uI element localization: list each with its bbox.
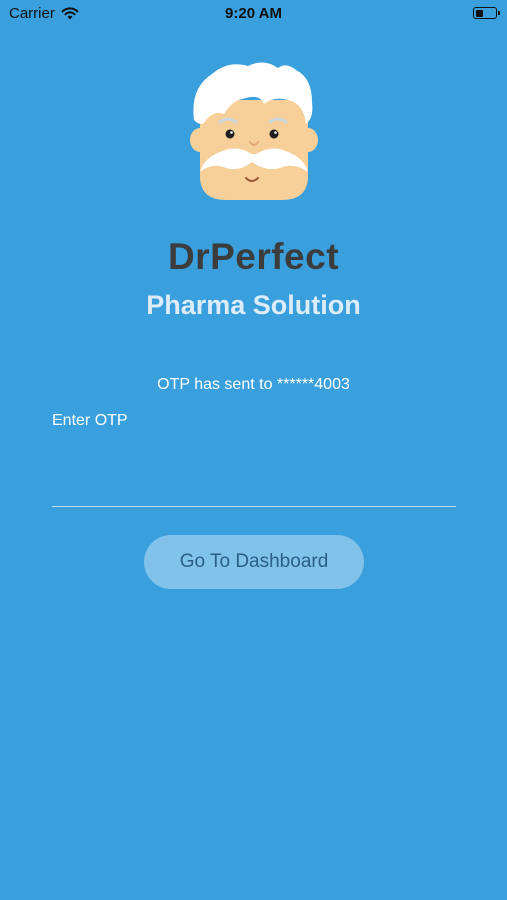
app-name: DrPerfect — [167, 236, 340, 277]
app-subtitle: Pharma Solution — [146, 290, 361, 320]
status-bar: Carrier 9:20 AM — [0, 0, 507, 28]
battery-level — [475, 9, 484, 17]
otp-input[interactable] — [52, 450, 456, 507]
battery-icon — [473, 7, 500, 19]
status-time: 9:20 AM — [225, 5, 282, 22]
doctor-avatar-icon — [190, 62, 318, 200]
otp-sent-message: OTP has sent to ******4003 — [157, 376, 350, 393]
otp-field-label: Enter OTP — [52, 412, 128, 429]
go-to-dashboard-button[interactable]: Go To Dashboard — [144, 535, 364, 589]
